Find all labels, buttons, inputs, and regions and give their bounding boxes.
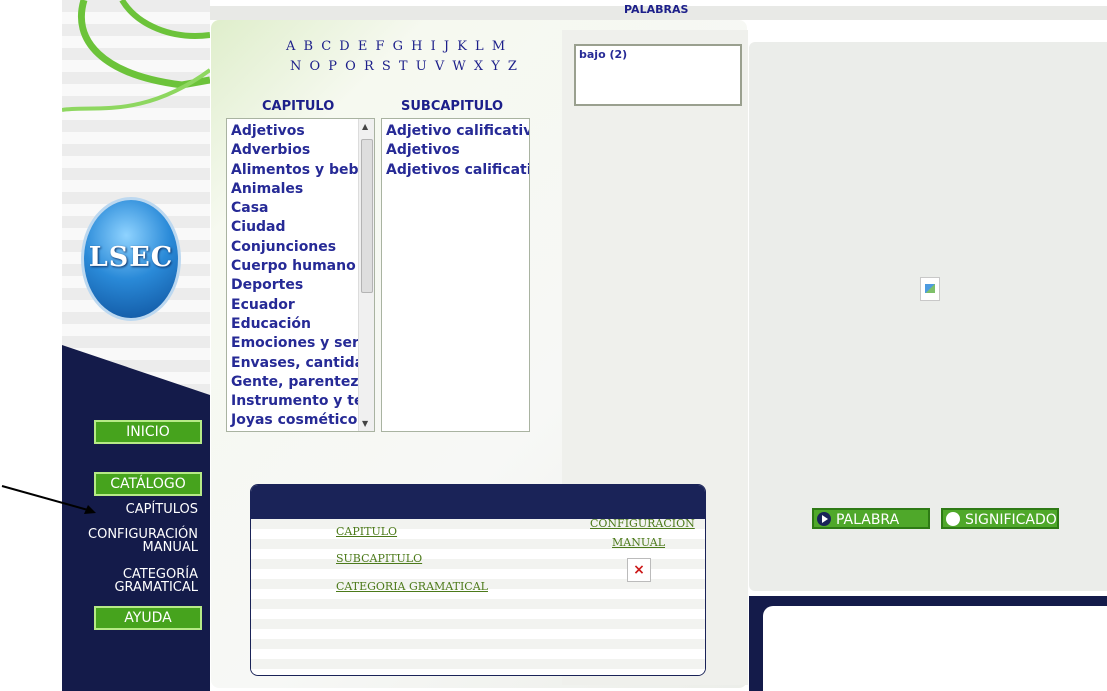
circle-icon <box>946 512 960 526</box>
scroll-down-icon[interactable]: ▼ <box>362 419 368 428</box>
configuracion-manual-link[interactable]: CONFIGURACIÓN MANUAL <box>88 528 198 554</box>
annotation-arrow <box>1 485 96 514</box>
list-item[interactable]: Adjetivos calificati <box>382 161 529 180</box>
categoria-gramatical-link[interactable]: CATEGORÍA GRAMATICAL <box>114 568 198 594</box>
sidebar: LSEC INICIO CATÁLOGO CAPÍTULOS CONFIGURA… <box>62 0 210 691</box>
right-bottom-panel <box>763 606 1107 691</box>
list-item[interactable]: Ciudad <box>227 218 374 237</box>
alphabet-index: A B C D E F G H I J K L M N O P O R S T … <box>286 37 519 77</box>
scroll-up-icon[interactable]: ▲ <box>362 122 368 131</box>
image-placeholder-icon <box>920 277 940 301</box>
list-item[interactable]: Cuerpo humano <box>227 257 374 276</box>
logo-text: LSEC <box>88 242 174 273</box>
ayuda-button[interactable]: AYUDA <box>94 606 202 630</box>
configuracion-line-2: MANUAL <box>142 540 199 555</box>
card-configuracion-link[interactable]: CONFIGURACION <box>590 517 695 530</box>
list-item[interactable]: Adjetivo calificativ <box>382 122 529 141</box>
palabra-button-label: PALABRA <box>836 512 900 528</box>
catalogo-button[interactable]: CATÁLOGO <box>94 472 202 496</box>
card-categoria-gramatical-link[interactable]: CATEGORIA GRAMATICAL <box>336 580 488 593</box>
list-item[interactable]: Casa <box>227 199 374 218</box>
significado-button[interactable]: SIGNIFICADO <box>941 508 1059 529</box>
card-manual-link[interactable]: MANUAL <box>612 536 665 549</box>
top-band <box>62 6 1107 20</box>
list-item[interactable]: Conjunciones <box>227 238 374 257</box>
subcapitulo-listbox[interactable]: Adjetivo calificativ Adjetivos Adjetivos… <box>381 118 530 432</box>
list-item[interactable]: Emociones y ser <box>227 334 374 353</box>
list-item[interactable]: Deportes <box>227 276 374 295</box>
significado-button-label: SIGNIFICADO <box>965 512 1057 528</box>
list-item[interactable]: Adverbios <box>227 141 374 160</box>
lsec-logo: LSEC <box>84 200 178 318</box>
list-item[interactable]: Adjetivos <box>382 141 529 160</box>
palabra-item[interactable]: bajo (2) <box>579 48 627 61</box>
list-item[interactable]: Alimentos y beb <box>227 161 374 180</box>
palabras-listbox[interactable]: bajo (2) <box>574 44 742 106</box>
list-item[interactable]: Ecuador <box>227 296 374 315</box>
list-item[interactable]: Educación <box>227 315 374 334</box>
capitulo-header: CAPITULO <box>262 99 335 114</box>
list-item[interactable]: Adjetivos <box>227 122 374 141</box>
card-capitulo-link[interactable]: CAPITULO <box>336 525 397 538</box>
alphabet-row-1[interactable]: A B C D E F G H I J K L M <box>286 37 519 57</box>
categoria-line-2: GRAMATICAL <box>114 580 198 595</box>
inicio-button[interactable]: INICIO <box>94 420 202 444</box>
capitulo-listbox[interactable]: Adjetivos Adverbios Alimentos y beb Anim… <box>226 118 375 432</box>
card-subcapitulo-link[interactable]: SUBCAPITULO <box>336 552 422 565</box>
right-bottom-frame <box>749 596 1107 691</box>
palabras-header: PALABRAS <box>624 3 689 16</box>
capitulos-link[interactable]: CAPÍTULOS <box>126 503 198 516</box>
list-item[interactable]: Envases, cantida <box>227 354 374 373</box>
broken-image-icon: × <box>627 558 651 582</box>
list-item[interactable]: Animales <box>227 180 374 199</box>
scrollbar-thumb[interactable] <box>361 139 373 293</box>
capitulo-scrollbar[interactable]: ▲ ▼ <box>358 119 374 431</box>
palabra-button[interactable]: PALABRA <box>812 508 930 529</box>
list-item[interactable]: Gente, parentez <box>227 373 374 392</box>
list-item[interactable]: Joyas cosmético <box>227 411 374 430</box>
list-item[interactable]: Instrumento y te <box>227 392 374 411</box>
alphabet-row-2[interactable]: N O P O R S T U V W X Y Z <box>286 57 519 77</box>
play-icon <box>817 512 831 526</box>
card-header-bar <box>251 485 705 519</box>
subcapitulo-header: SUBCAPITULO <box>401 99 504 114</box>
